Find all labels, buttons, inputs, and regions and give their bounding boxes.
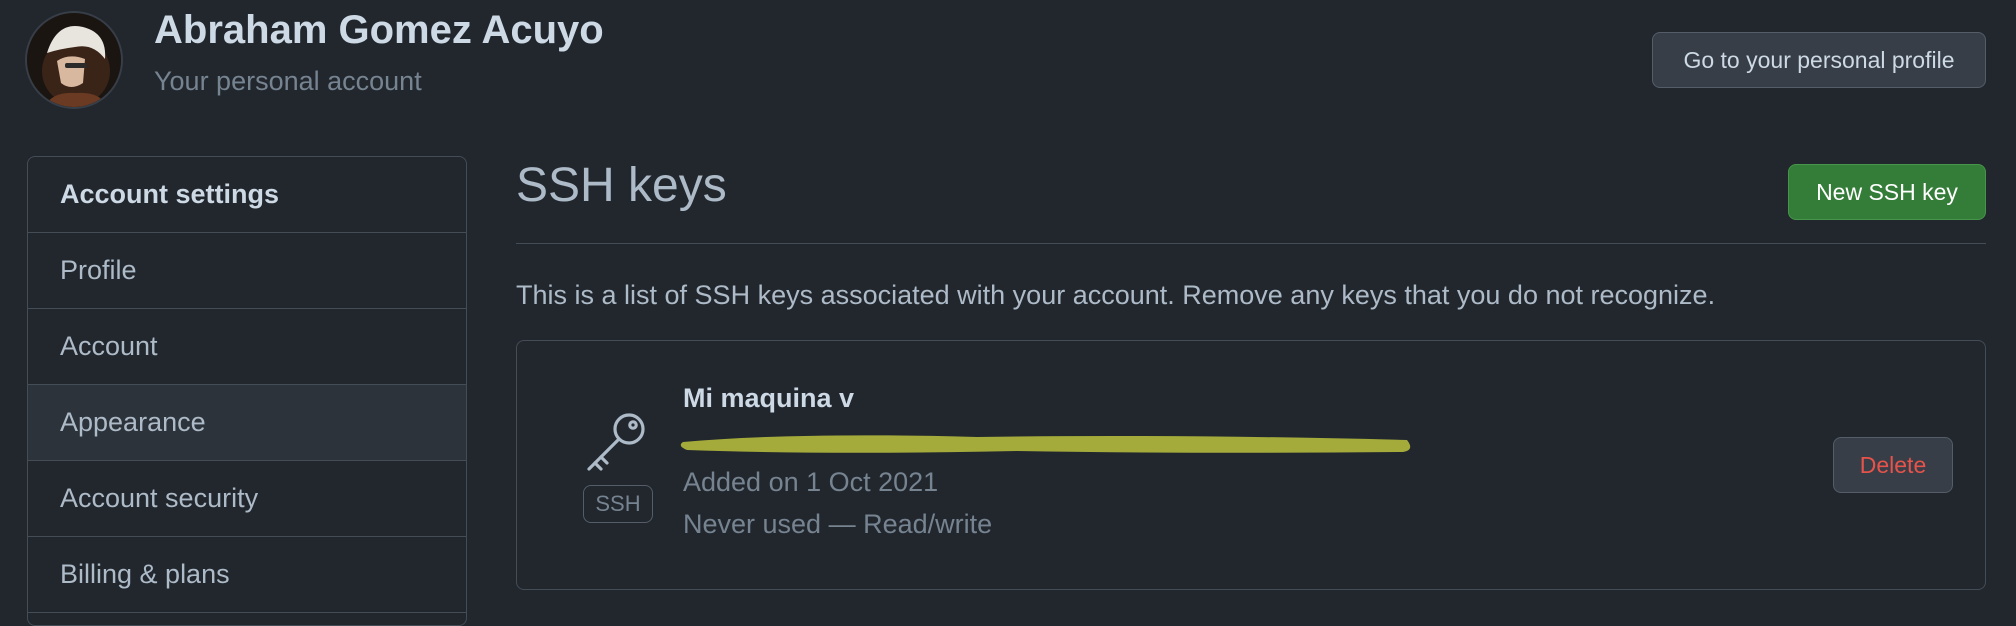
ssh-description: This is a list of SSH keys associated wi… bbox=[516, 280, 1716, 310]
go-to-profile-button[interactable]: Go to your personal profile bbox=[1652, 32, 1986, 88]
page-title: SSH keys bbox=[516, 159, 727, 212]
delete-key-button[interactable]: Delete bbox=[1833, 437, 1953, 493]
title-divider bbox=[516, 243, 1986, 244]
sidebar-heading: Account settings bbox=[28, 157, 466, 233]
ssh-key-added-date: Added on 1 Oct 2021 bbox=[683, 467, 939, 497]
avatar[interactable] bbox=[25, 11, 123, 109]
ssh-key-list-item: SSH Mi maquina v Added on 1 Oct 2021 Nev… bbox=[516, 340, 1986, 590]
sidebar-item-billing-plans[interactable]: Billing & plans bbox=[28, 537, 466, 613]
sidebar-item-profile[interactable]: Profile bbox=[28, 233, 466, 309]
new-ssh-key-button[interactable]: New SSH key bbox=[1788, 164, 1986, 220]
avatar-image bbox=[27, 13, 121, 107]
settings-sidebar: Account settings Profile Account Appeara… bbox=[27, 156, 467, 626]
sidebar-item-account-security[interactable]: Account security bbox=[28, 461, 466, 537]
sidebar-item-account[interactable]: Account bbox=[28, 309, 466, 385]
redaction-mark bbox=[677, 428, 1417, 458]
key-icon bbox=[581, 405, 653, 477]
account-subtitle: Your personal account bbox=[154, 66, 422, 96]
ssh-key-title: Mi maquina v bbox=[683, 383, 855, 413]
sidebar-item-appearance[interactable]: Appearance bbox=[28, 385, 466, 461]
account-name: Abraham Gomez Acuyo bbox=[154, 8, 604, 52]
ssh-key-usage: Never used — Read/write bbox=[683, 509, 993, 539]
ssh-badge: SSH bbox=[583, 485, 653, 523]
